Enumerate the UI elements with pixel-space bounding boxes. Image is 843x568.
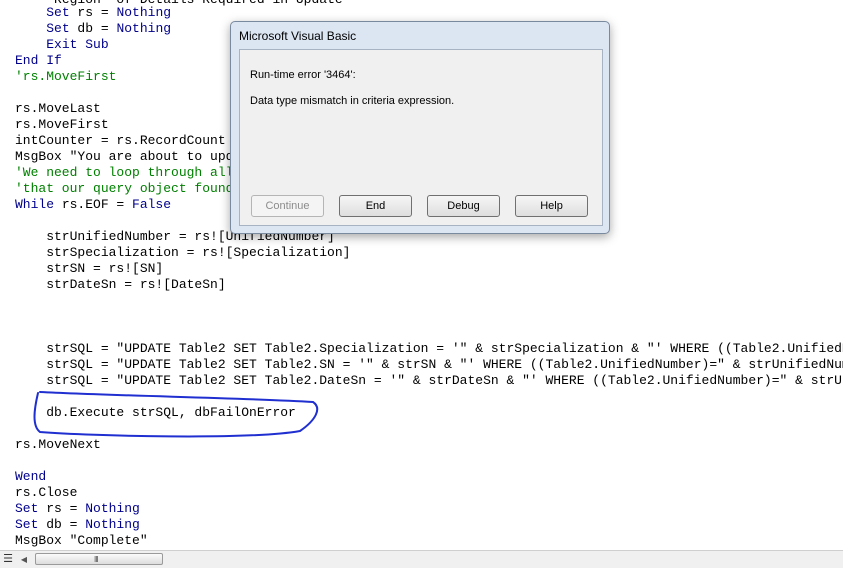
code-token: 'We need to loop through all the (15, 165, 265, 180)
code-token: Nothing (85, 517, 140, 532)
end-button[interactable]: End (339, 195, 412, 217)
code-token: Set (46, 5, 70, 20)
code-token: Nothing (116, 21, 172, 36)
code-line[interactable]: End If (15, 53, 62, 69)
debug-button[interactable]: Debug (427, 195, 500, 217)
code-token: strSQL = "UPDATE Table2 SET Table2.DateS… (46, 373, 843, 388)
error-code: Run-time error '3464': (250, 69, 356, 81)
code-token: Set (15, 501, 39, 516)
code-token: MsgBox "You are about to update (15, 149, 265, 164)
code-line[interactable]: strSN = rs![SN] (15, 261, 163, 277)
code-line[interactable]: Set db = Nothing (15, 517, 140, 533)
code-token: db = (38, 517, 86, 532)
code-token: intCounter = rs.RecordCount (15, 133, 226, 148)
code-token: MsgBox "Complete" (15, 533, 148, 548)
code-line[interactable]: strSQL = "UPDATE Table2 SET Table2.SN = … (15, 357, 843, 373)
code-line[interactable]: 'We need to loop through all the (15, 165, 265, 181)
code-token: db = (69, 21, 117, 36)
code-token: strSpecialization = rs![Specialization] (15, 245, 351, 260)
code-line[interactable]: Set rs = Nothing (15, 5, 171, 21)
code-token: Exit Sub (46, 37, 109, 52)
code-token: 'rs.MoveFirst (15, 69, 117, 84)
code-token: db.Execute strSQL, dbFailOnError (15, 405, 296, 420)
code-token: rs = (38, 501, 86, 516)
code-token: strSN = rs![SN] (15, 261, 164, 276)
code-token: While (15, 197, 55, 212)
scrollbar-thumb[interactable]: III (35, 553, 163, 565)
code-token: Wend (15, 469, 47, 484)
code-line[interactable]: Set rs = Nothing (15, 501, 140, 517)
code-line[interactable]: MsgBox "Complete" (15, 533, 148, 549)
code-token: rs = (69, 5, 117, 20)
error-dialog: Microsoft Visual Basic Run-time error '3… (230, 21, 610, 234)
code-line[interactable]: db.Execute strSQL, dbFailOnError (15, 405, 296, 421)
code-token: rs.EOF = (54, 197, 133, 212)
dialog-title: Microsoft Visual Basic (239, 29, 357, 43)
code-token: Set (46, 21, 70, 36)
code-token: rs.MoveNext (15, 437, 101, 452)
code-token: 'that our query object found (15, 181, 234, 196)
code-token: Set (15, 517, 39, 532)
code-line[interactable]: rs.MoveNext (15, 437, 101, 453)
code-line[interactable]: Wend (15, 469, 46, 485)
code-token: strSQL = "UPDATE Table2 SET Table2.Speci… (46, 341, 843, 356)
code-token: rs.MoveFirst (15, 117, 109, 132)
scroll-left-icon[interactable]: ◀ (17, 552, 31, 567)
code-token: Nothing (116, 5, 172, 20)
code-token: Nothing (85, 501, 140, 516)
code-token: rs.MoveLast (15, 101, 101, 116)
procedure-view-icon[interactable]: ☰ (1, 552, 15, 566)
code-line[interactable]: 'rs.MoveFirst (15, 69, 116, 85)
code-line[interactable]: rs.Close (15, 485, 77, 501)
code-line[interactable]: strSQL = "UPDATE Table2 SET Table2.DateS… (15, 373, 843, 389)
code-token: strDateSn = rs![DateSn] (15, 277, 226, 292)
code-token: strSQL = "UPDATE Table2 SET Table2.SN = … (15, 357, 843, 372)
code-line[interactable]: Set db = Nothing (15, 21, 171, 37)
error-message: Data type mismatch in criteria expressio… (250, 95, 455, 107)
code-line[interactable]: strDateSn = rs![DateSn] (15, 277, 226, 293)
dialog-body: Run-time error '3464': Data type mismatc… (239, 49, 603, 226)
code-line[interactable]: Exit Sub (15, 37, 109, 53)
code-token: End If (15, 53, 62, 68)
code-line[interactable]: intCounter = rs.RecordCount (15, 133, 226, 149)
horizontal-scrollbar[interactable]: ☰ ◀ III (0, 550, 843, 568)
code-line[interactable]: rs.MoveLast (15, 101, 101, 117)
code-token: False (132, 197, 172, 212)
code-token: rs.Close (15, 485, 78, 500)
code-line[interactable]: rs.MoveFirst (15, 117, 109, 133)
continue-button[interactable]: Continue (251, 195, 324, 217)
code-line[interactable]: While rs.EOF = False (15, 197, 171, 213)
code-line[interactable]: strSQL = "UPDATE Table2 SET Table2.Speci… (15, 341, 843, 357)
code-line[interactable]: strSpecialization = rs![Specialization] (15, 245, 350, 261)
help-button[interactable]: Help (515, 195, 588, 217)
code-line[interactable]: MsgBox "You are about to update (15, 149, 265, 165)
scrollbar-grip: III (94, 555, 99, 564)
code-line[interactable]: 'that our query object found (15, 181, 233, 197)
